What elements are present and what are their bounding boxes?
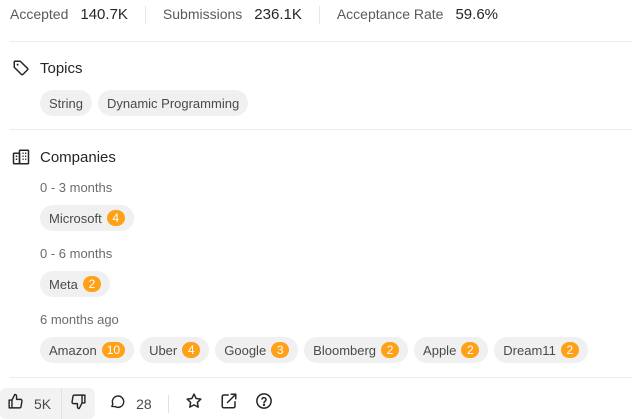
company-chips: Microsoft 4 <box>40 205 134 231</box>
tag-icon <box>12 59 30 77</box>
comments-button[interactable]: 28 <box>109 393 169 415</box>
count-badge: 2 <box>560 342 579 358</box>
company-name: Apple <box>423 342 457 358</box>
count-badge: 3 <box>271 342 290 358</box>
company-chip[interactable]: Microsoft 4 <box>40 205 134 231</box>
help-button[interactable] <box>255 392 273 415</box>
divider <box>10 129 632 130</box>
submissions-label: Submissions <box>162 6 243 22</box>
acceptance-value: 59.6% <box>455 6 499 23</box>
thumbs-down-icon <box>70 393 87 415</box>
topics-title: Topics <box>40 59 83 77</box>
company-chip[interactable]: Dream11 2 <box>494 337 588 363</box>
company-chips: Meta 2 <box>40 271 110 297</box>
acceptance-label: Acceptance Rate <box>336 6 444 22</box>
company-chip[interactable]: Apple 2 <box>414 337 489 363</box>
company-chip[interactable]: Meta 2 <box>40 271 110 297</box>
help-icon <box>255 392 273 415</box>
count-badge: 2 <box>461 342 480 358</box>
stats-bar: Accepted 140.7K Submissions 236.1K Accep… <box>0 0 632 30</box>
topic-tag[interactable]: String <box>40 90 92 116</box>
company-name: Amazon <box>49 342 97 358</box>
companies-header[interactable]: Companies <box>12 148 116 166</box>
stat-acceptance-rate: Acceptance Rate 59.6% <box>337 6 515 24</box>
count-badge: 4 <box>182 342 201 358</box>
accepted-value: 140.7K <box>80 6 128 23</box>
period-label: 0 - 3 months <box>40 180 113 195</box>
stat-accepted: Accepted 140.7K <box>10 6 146 24</box>
topics-header[interactable]: Topics <box>12 59 83 77</box>
company-name: Google <box>224 342 267 358</box>
accepted-label: Accepted <box>10 6 69 22</box>
comments-count: 28 <box>136 395 152 412</box>
company-chip[interactable]: Amazon 10 <box>40 337 135 363</box>
period-label: 6 months ago <box>40 312 119 327</box>
company-name: Uber <box>149 342 178 358</box>
divider <box>10 377 632 378</box>
stat-submissions: Submissions 236.1K <box>163 6 320 24</box>
comment-icon <box>109 393 126 415</box>
downvote-button[interactable] <box>62 388 95 419</box>
thumbs-up-icon <box>7 393 24 415</box>
company-chip[interactable]: Uber 4 <box>140 337 210 363</box>
share-icon <box>220 392 238 415</box>
count-badge: 4 <box>106 210 125 226</box>
action-bar: 5K 28 <box>0 388 632 419</box>
topic-tags: String Dynamic Programming <box>40 90 249 116</box>
submissions-value: 236.1K <box>254 6 302 23</box>
company-name: Meta <box>49 276 78 292</box>
count-badge: 10 <box>101 342 126 358</box>
share-button[interactable] <box>220 392 238 415</box>
company-chip[interactable]: Google 3 <box>215 337 299 363</box>
favorite-button[interactable] <box>185 392 203 415</box>
company-name: Microsoft <box>49 210 102 226</box>
divider <box>10 41 632 42</box>
upvote-button[interactable]: 5K <box>0 388 63 419</box>
company-chip[interactable]: Bloomberg 2 <box>304 337 409 363</box>
likes-count: 5K <box>34 395 52 412</box>
topic-tag[interactable]: Dynamic Programming <box>97 90 249 116</box>
building-icon <box>12 148 30 166</box>
company-chips: Amazon 10 Uber 4 Google 3 Bloomberg 2 Ap… <box>40 337 588 363</box>
count-badge: 2 <box>82 276 101 292</box>
companies-title: Companies <box>40 148 116 166</box>
company-name: Bloomberg <box>313 342 377 358</box>
star-icon <box>185 392 203 415</box>
period-label: 0 - 6 months <box>40 246 113 261</box>
vote-group: 5K <box>0 388 96 419</box>
company-name: Dream11 <box>503 342 556 358</box>
count-badge: 2 <box>381 342 400 358</box>
